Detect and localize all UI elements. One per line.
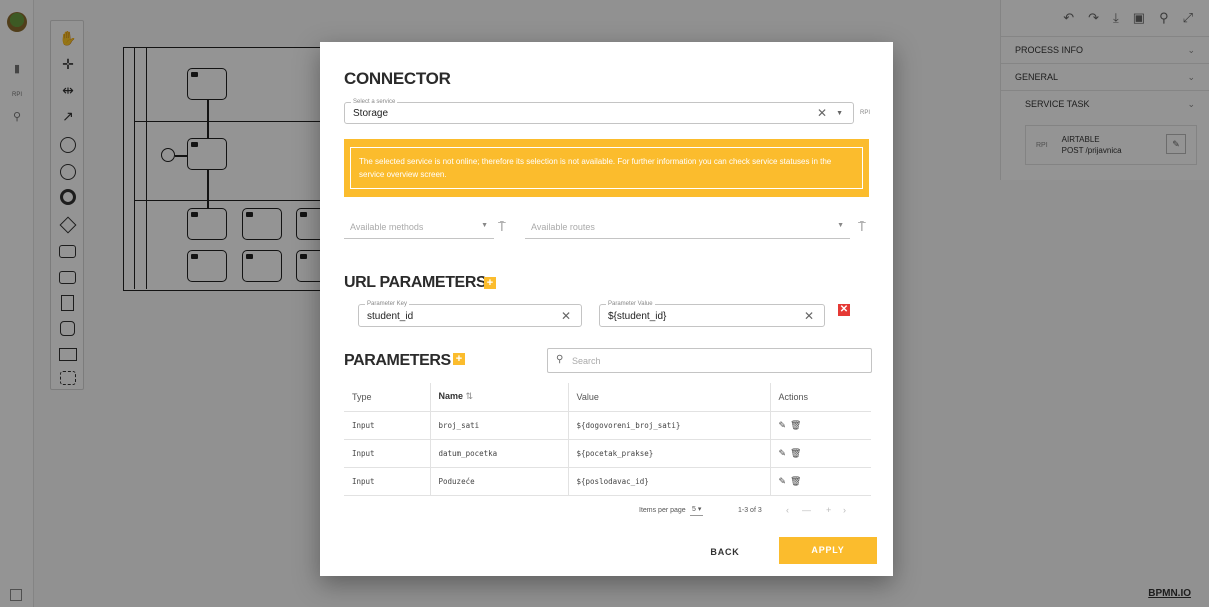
url-parameters-title: URL PARAMETERS	[344, 274, 487, 291]
routes-select[interactable]: Available routes ▼	[525, 217, 850, 239]
pagination-range: 1-3 of 3	[738, 507, 762, 514]
last-page-icon[interactable]: ›	[843, 505, 846, 515]
cell-value: ${dogovoreni_broj_sati}	[567, 411, 770, 440]
routes-placeholder: Available routes	[531, 222, 595, 232]
clear-icon[interactable]: ✕	[817, 107, 827, 119]
table-row: Input broj_sati ${dogovoreni_broj_sati} …	[344, 411, 871, 440]
next-page-icon[interactable]: +	[826, 505, 831, 515]
parameter-key-value: student_id	[367, 311, 414, 322]
cell-value: ${poslodavac_id}	[567, 467, 770, 496]
header-actions: Actions	[769, 383, 871, 412]
parameter-value-label: Parameter Value	[606, 299, 655, 309]
back-button[interactable]: BACK	[700, 540, 750, 564]
cell-type: Input	[344, 439, 430, 468]
table-row: Input datum_pocetka ${pocetak_prakse} ✎🗑	[344, 439, 871, 468]
first-page-icon[interactable]: ‹	[786, 505, 789, 515]
delete-icon[interactable]: 🗑	[790, 476, 805, 486]
header-name[interactable]: Name ⇅	[429, 383, 568, 412]
add-url-parameter-icon[interactable]: +	[484, 277, 496, 289]
items-per-page-select[interactable]: 5 ▾	[690, 505, 704, 516]
connector-dialog: CONNECTOR Select a service Storage ✕ ▼ R…	[320, 42, 893, 576]
filter-icon[interactable]: ⍑	[858, 219, 866, 235]
search-icon: ⚲	[556, 354, 564, 365]
cell-type: Input	[344, 411, 430, 440]
warning-banner: The selected service is not online; ther…	[344, 139, 869, 197]
search-placeholder: Search	[572, 356, 601, 366]
parameters-table: Type Name ⇅ Value Actions Input broj_sat…	[344, 383, 871, 496]
cell-type: Input	[344, 467, 430, 496]
clear-icon[interactable]: ✕	[561, 310, 571, 322]
cell-actions: ✎🗑	[769, 467, 871, 496]
items-per-page-label: Items per page	[639, 507, 686, 514]
prev-page-icon[interactable]: —	[802, 505, 811, 515]
warning-text: The selected service is not online; ther…	[350, 147, 863, 189]
items-per-page-value: 5	[692, 506, 696, 513]
header-value[interactable]: Value	[567, 383, 770, 412]
parameter-key-label: Parameter Key	[365, 299, 410, 309]
dropdown-arrow-icon[interactable]: ▼	[836, 110, 843, 117]
delete-icon[interactable]: 🗑	[790, 448, 805, 458]
header-type[interactable]: Type	[344, 383, 430, 412]
dropdown-arrow-icon: ▼	[481, 222, 488, 229]
sort-icon[interactable]: ⇅	[466, 391, 474, 401]
delete-url-parameter-icon[interactable]: ✕	[838, 304, 850, 316]
methods-placeholder: Available methods	[350, 222, 424, 232]
cell-actions: ✎🗑	[769, 439, 871, 468]
dropdown-arrow-icon: ▼	[837, 222, 844, 229]
service-select-label: Select a service	[351, 97, 398, 107]
edit-icon[interactable]: ✎	[779, 476, 791, 486]
cell-name: broj_sati	[429, 411, 568, 440]
parameters-search[interactable]: ⚲ Search	[547, 348, 872, 373]
dialog-title: CONNECTOR	[344, 69, 451, 88]
edit-icon[interactable]: ✎	[779, 448, 791, 458]
parameter-key-field[interactable]: Parameter Key student_id ✕	[358, 299, 582, 327]
service-tag: RPI	[860, 110, 871, 116]
delete-icon[interactable]: 🗑	[790, 420, 805, 430]
cell-name: datum_pocetka	[429, 439, 568, 468]
add-parameter-icon[interactable]: +	[453, 353, 465, 365]
table-row: Input Poduzeće ${poslodavac_id} ✎🗑	[344, 467, 871, 496]
cell-actions: ✎🗑	[769, 411, 871, 440]
parameter-value-value: ${student_id}	[608, 311, 667, 322]
cell-name: Poduzeće	[429, 467, 568, 496]
edit-icon[interactable]: ✎	[779, 420, 791, 430]
apply-button[interactable]: APPLY	[779, 537, 877, 564]
cell-value: ${pocetak_prakse}	[567, 439, 770, 468]
parameters-title: PARAMETERS	[344, 352, 451, 369]
filter-icon[interactable]: ⍑	[498, 219, 506, 235]
header-name-label: Name	[438, 391, 464, 402]
parameter-value-field[interactable]: Parameter Value ${student_id} ✕	[599, 299, 825, 327]
dropdown-arrow-icon: ▾	[697, 506, 702, 513]
service-select[interactable]: Select a service Storage ✕ ▼	[344, 97, 854, 124]
clear-icon[interactable]: ✕	[804, 310, 814, 322]
service-select-value: Storage	[353, 108, 389, 119]
methods-select[interactable]: Available methods ▼	[344, 217, 494, 239]
table-header-row: Type Name ⇅ Value Actions	[344, 383, 871, 412]
